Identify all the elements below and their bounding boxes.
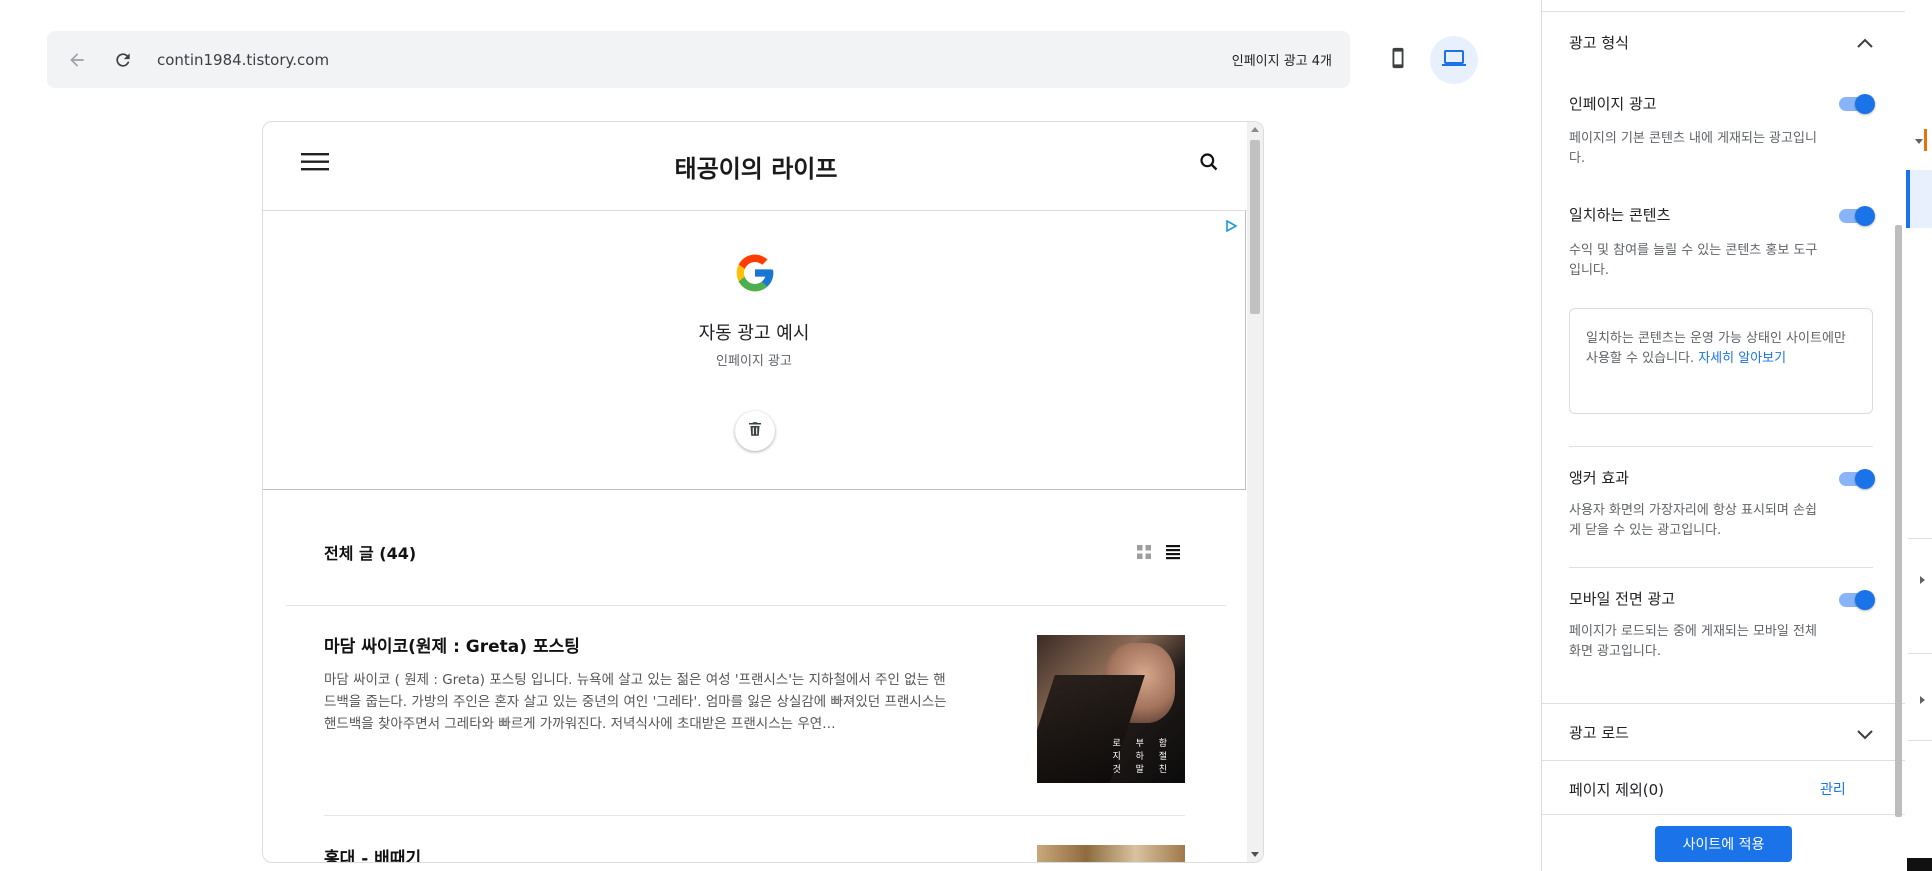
trash-icon [746, 420, 764, 442]
background-divider [1908, 538, 1932, 539]
url-text: contin1984.tistory.com [157, 50, 330, 69]
auto-ad-sample: 자동 광고 예시 인페이지 광고 [263, 211, 1246, 490]
section-divider [1542, 760, 1905, 761]
option-divider [1569, 446, 1873, 447]
ad-sample-subtitle: 인페이지 광고 [716, 354, 792, 369]
post-excerpt: 마담 싸이코 ( 원제 : Greta) 포스팅 입니다. 뉴욕에 살고 있는 … [324, 672, 947, 732]
post-title[interactable]: 홍대 - 배때기 [324, 844, 421, 862]
toggle-knob [1855, 469, 1875, 489]
inpage-ads-toggle[interactable] [1839, 94, 1875, 114]
matched-content-toggle[interactable] [1839, 206, 1875, 226]
option-description: 페이지가 로드되는 중에 게재되는 모바일 전체 화면 광고입니다. [1569, 624, 1817, 659]
reload-icon[interactable] [109, 46, 137, 74]
list-view-icon[interactable] [1165, 544, 1181, 564]
background-dark-block [1907, 858, 1932, 871]
footer-divider [1542, 814, 1905, 815]
caret-right-icon [1920, 696, 1925, 704]
search-icon[interactable] [1199, 152, 1219, 176]
toggle-knob [1855, 206, 1875, 226]
delete-ad-button[interactable] [735, 411, 775, 451]
ad-format-heading[interactable]: 광고 형식 [1569, 32, 1629, 53]
adchoices-icon[interactable] [1225, 217, 1238, 236]
ad-sample-title: 자동 광고 예시 [698, 323, 810, 344]
preview-scrollbar[interactable] [1247, 122, 1263, 862]
page-exclusion-label[interactable]: 페이지 제외(0) [1569, 779, 1664, 800]
grid-view-icon[interactable] [1136, 544, 1152, 564]
chevron-up-icon[interactable] [1856, 34, 1874, 53]
site-preview-frame: 태공이의 라이프 자동 광고 예시 인페이지 광고 전체 글 (44) 마담 싸… [262, 121, 1264, 863]
toggle-knob [1855, 590, 1875, 610]
option-title: 앵커 효과 [1569, 469, 1629, 487]
background-divider [1908, 653, 1932, 654]
scroll-up-arrow-icon[interactable] [1251, 127, 1259, 132]
option-title: 인페이지 광고 [1569, 95, 1657, 113]
mobile-preview-button[interactable] [1374, 36, 1422, 84]
google-g-logo-icon [733, 251, 777, 299]
manage-link[interactable]: 관리 [1820, 779, 1846, 799]
section-divider [1542, 703, 1905, 704]
desktop-preview-button[interactable] [1430, 36, 1478, 84]
matched-content-note-box: 일치하는 콘텐츠는 운영 가능 상태인 사이트에만 사용할 수 있습니다. 자세… [1569, 308, 1873, 414]
background-selected-item [1910, 170, 1932, 228]
post-thumbnail[interactable] [1037, 845, 1185, 862]
laptop-icon [1442, 46, 1466, 74]
thumbnail-poster-text: 로 부 함 지 하 절 것 말 친 [1112, 739, 1173, 775]
option-divider [1569, 567, 1873, 568]
mobile-fullscreen-toggle[interactable] [1839, 590, 1875, 610]
scrollbar-thumb[interactable] [1250, 140, 1260, 314]
toggle-knob [1855, 94, 1875, 114]
post-thumbnail[interactable]: 로 부 함 지 하 절 것 말 친 [1037, 635, 1185, 783]
chevron-down-icon[interactable] [1856, 726, 1874, 745]
post-divider [324, 815, 1185, 816]
option-description: 사용자 화면의 가장자리에 항상 표시되며 손쉽게 닫을 수 있는 광고입니다. [1569, 503, 1817, 538]
panel-top-divider [1542, 11, 1905, 12]
blog-title: 태공이의 라이프 [674, 154, 838, 183]
ad-settings-panel: 광고 형식 인페이지 광고 페이지의 기본 콘텐츠 내에 게재되는 광고입니다.… [1541, 0, 1905, 871]
scroll-down-arrow-icon[interactable] [1251, 852, 1259, 857]
option-title: 모바일 전면 광고 [1569, 590, 1676, 608]
list-divider [286, 605, 1226, 606]
blog-header: 태공이의 라이프 [263, 122, 1249, 211]
ad-load-heading[interactable]: 광고 로드 [1569, 722, 1629, 743]
post-list-heading: 전체 글 (44) [324, 544, 417, 563]
anchor-ads-toggle[interactable] [1839, 469, 1875, 489]
auto-ads-preview-page: contin1984.tistory.com 인페이지 광고 4개 태공이의 라… [0, 0, 1932, 871]
address-bar: contin1984.tistory.com 인페이지 광고 4개 [47, 31, 1350, 88]
option-title: 일치하는 콘텐츠 [1569, 206, 1671, 224]
ad-count-label: 인페이지 광고 4개 [1231, 54, 1332, 69]
phone-icon [1387, 47, 1409, 73]
apply-to-site-button[interactable]: 사이트에 적용 [1655, 826, 1792, 862]
background-divider [1908, 740, 1932, 741]
panel-scrollbar[interactable] [1895, 225, 1902, 817]
back-arrow-icon[interactable] [63, 46, 91, 74]
option-description: 페이지의 기본 콘텐츠 내에 게재되는 광고입니다. [1569, 131, 1817, 166]
caret-right-icon [1920, 576, 1925, 584]
hamburger-menu-icon[interactable] [301, 152, 329, 176]
learn-more-link[interactable]: 자세히 알아보기 [1698, 351, 1786, 366]
background-accent-mark [1924, 129, 1927, 151]
background-selection-indicator [1906, 170, 1910, 228]
caret-down-icon [1915, 139, 1923, 144]
option-description: 수익 및 참여를 늘릴 수 있는 콘텐츠 홍보 도구입니다. [1569, 243, 1818, 278]
